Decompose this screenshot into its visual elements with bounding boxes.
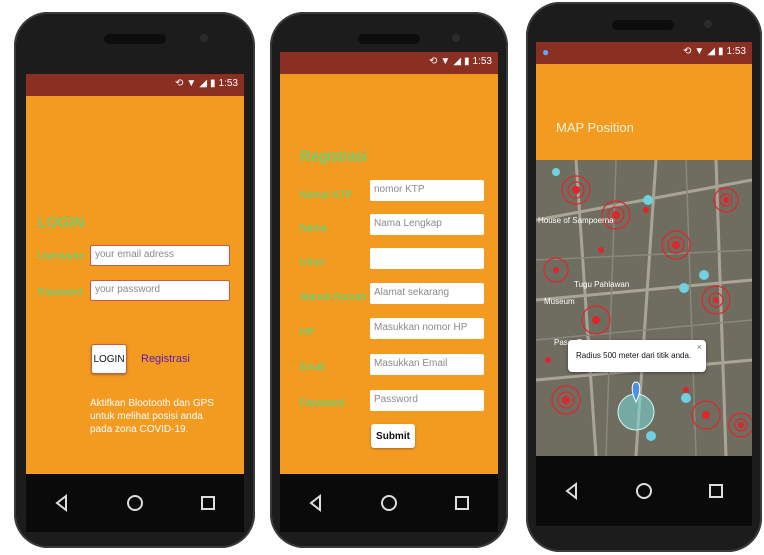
front-camera <box>200 34 208 42</box>
status-time: 1:53 <box>726 46 746 57</box>
home-icon[interactable] <box>632 479 656 503</box>
hp-input[interactable]: Masukkan nomor HP <box>370 318 484 339</box>
status-bar: ⟲ ▼ ◢ ▮ 1:53 <box>26 74 244 96</box>
sync-icon: ⟲ <box>175 78 184 89</box>
location-icon: ● <box>542 45 550 59</box>
register-screen: ⟲ ▼ ◢ ▮ 1:53 Registrasi Nomor KTP nomor … <box>280 52 498 474</box>
nav-bar <box>536 456 752 526</box>
recent-apps-icon[interactable] <box>196 491 220 515</box>
alamat-input[interactable]: Alamat sekarang <box>370 283 484 304</box>
close-icon[interactable]: × <box>697 342 702 352</box>
map-canvas[interactable] <box>536 159 752 456</box>
field-label-hp: HP <box>300 327 314 338</box>
submit-button[interactable]: Submit <box>371 424 415 448</box>
wifi-icon: ▼ <box>186 78 197 89</box>
battery-icon: ▮ <box>464 56 470 67</box>
phone-map: ● ⟲ ▼ ◢ ▮ 1:53 MAP Position Tugu Pahlawa… <box>526 2 762 552</box>
phone-register: ⟲ ▼ ◢ ▮ 1:53 Registrasi Nomor KTP nomor … <box>270 12 508 548</box>
field-label-email: Email <box>300 362 326 373</box>
place-label-museum: Museum <box>544 297 575 306</box>
earpiece <box>612 20 674 30</box>
front-camera <box>452 34 460 42</box>
earpiece <box>358 34 420 44</box>
status-time: 1:53 <box>218 78 238 89</box>
register-link[interactable]: Registrasi <box>141 353 190 365</box>
nav-bar <box>280 474 498 532</box>
signal-icon: ◢ <box>707 46 716 57</box>
email-input[interactable]: Masukkan Email <box>370 354 484 375</box>
map-screen: ● ⟲ ▼ ◢ ▮ 1:53 MAP Position Tugu Pahlawa… <box>536 42 752 456</box>
map-info-popup: Radius 500 meter dari titik anda. × <box>568 340 706 372</box>
nama-input[interactable]: Nama Lengkap <box>370 214 484 235</box>
home-icon[interactable] <box>123 491 147 515</box>
umur-input[interactable] <box>370 248 484 269</box>
home-icon[interactable] <box>377 491 401 515</box>
battery-icon: ▮ <box>718 46 724 57</box>
front-camera <box>704 20 712 28</box>
status-bar: ⟲ ▼ ◢ ▮ 1:53 <box>280 52 498 74</box>
signal-icon: ◢ <box>199 78 208 89</box>
back-icon[interactable] <box>304 491 328 515</box>
status-bar: ● ⟲ ▼ ◢ ▮ 1:53 <box>536 42 752 64</box>
register-title: Registrasi <box>300 148 367 165</box>
login-screen: ⟲ ▼ ◢ ▮ 1:53 LOGIN Username your email a… <box>26 74 244 474</box>
wifi-icon: ▼ <box>440 56 451 67</box>
password-label: Password <box>38 287 82 298</box>
field-label-ktp: Nomor KTP <box>300 190 353 201</box>
recent-apps-icon[interactable] <box>450 491 474 515</box>
recent-apps-icon[interactable] <box>704 479 728 503</box>
field-label-password: Password <box>300 398 344 409</box>
login-button[interactable]: LOGIN <box>91 344 127 374</box>
signal-icon: ◢ <box>453 56 462 67</box>
info-text: Aktifkan Blootooth dan GPS untuk melihat… <box>90 398 214 435</box>
back-icon[interactable] <box>560 479 584 503</box>
wifi-icon: ▼ <box>694 46 705 57</box>
field-label-alamat: Alamat Rumah <box>300 292 367 303</box>
sync-icon: ⟲ <box>429 56 438 67</box>
nav-bar <box>26 474 244 532</box>
place-label-sampoerna: House of Sampoerna <box>538 216 614 225</box>
map-title: MAP Position <box>556 120 634 135</box>
phone-login: ⟲ ▼ ◢ ▮ 1:53 LOGIN Username your email a… <box>14 12 255 548</box>
earpiece <box>104 34 166 44</box>
ktp-input[interactable]: nomor KTP <box>370 180 484 201</box>
place-label-tugu: Tugu Pahlawan <box>574 280 630 289</box>
username-label: Username <box>38 251 85 262</box>
status-time: 1:53 <box>472 56 492 67</box>
field-label-umur: Umur <box>300 257 325 268</box>
field-label-nama: Nama <box>300 223 327 234</box>
login-title: LOGIN <box>38 214 85 231</box>
sync-icon: ⟲ <box>683 46 692 57</box>
popup-text: Radius 500 meter dari titik anda. <box>576 351 692 360</box>
back-icon[interactable] <box>50 491 74 515</box>
password-input[interactable]: your password <box>90 280 230 301</box>
map-view[interactable]: Tugu Pahlawan Museum House of Sampoerna … <box>536 159 752 456</box>
username-input[interactable]: your email adress <box>90 245 230 266</box>
password-input[interactable]: Password <box>370 390 484 411</box>
battery-icon: ▮ <box>210 78 216 89</box>
